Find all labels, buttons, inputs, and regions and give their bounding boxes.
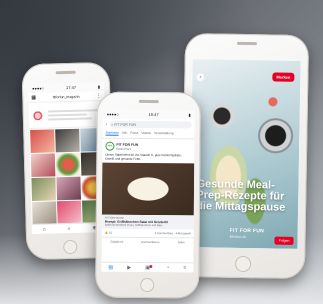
status-time: 15:47 [148, 112, 159, 118]
profile-username: fitforfun_magazin [52, 94, 80, 99]
signal-indicator: ●●●●○ [32, 85, 45, 91]
speaker-grille [138, 99, 159, 104]
tab-startseite[interactable]: Startseite [105, 130, 120, 136]
like-count[interactable]: 👍 52 [105, 231, 112, 235]
comment-share-count[interactable]: 2 Kommentare · 4 Mal geteilt [155, 231, 191, 235]
battery-icon: ▮ [188, 112, 191, 118]
post-meta: Gesponsert [116, 146, 131, 151]
back-icon[interactable]: ‹ [196, 73, 205, 82]
facebook-tabbar: ▤ ▶ ▣ ◔ ≡ [101, 261, 194, 273]
grid-photo[interactable] [30, 129, 55, 153]
home-icon[interactable]: ⌂ [43, 226, 46, 232]
feed-icon[interactable]: ▤ [108, 264, 113, 270]
search-icon[interactable]: ⌕ [68, 225, 71, 231]
back-icon[interactable]: ‹ [106, 121, 108, 127]
battery-icon: ▮ [97, 84, 101, 90]
grid-photo[interactable] [56, 176, 82, 201]
grid-photo[interactable] [32, 201, 57, 225]
menu-icon[interactable]: ≡ [183, 265, 186, 271]
tab-videos[interactable]: Videos [141, 131, 151, 136]
pinterest-screen: ‹ Merken Gesunde Meal-Prep-Rezepte für d… [189, 59, 301, 249]
tab-veranstaltungen[interactable]: Veranstaltung [154, 131, 174, 136]
pin-url[interactable]: fitforfun.de [230, 235, 247, 239]
grid-photo[interactable] [31, 177, 57, 201]
search-input[interactable]: ⌕ FIT FOR FUN [109, 120, 192, 129]
link-subtitle: Salat mit Grünkohl-Pesto, Grillhähnchen … [104, 223, 163, 228]
speaker-grille [236, 41, 257, 46]
video-icon[interactable]: ▶ [127, 264, 131, 270]
search-bar: ‹ ⌕ FIT FOR FUN [103, 119, 195, 131]
marketplace-icon[interactable]: ▣ [145, 264, 153, 271]
comment-button[interactable]: Kommentieren [141, 240, 159, 244]
link-preview[interactable]: FITFORFUN.DE Rezept: Grillhähnchen-Salat… [101, 214, 194, 230]
save-pin-button[interactable]: Merken [272, 72, 295, 82]
grid-photo[interactable] [55, 128, 80, 153]
post-image[interactable] [101, 162, 195, 216]
share-button[interactable]: Teilen [177, 240, 184, 244]
home-button[interactable] [140, 277, 155, 293]
phone-facebook: ●●●●○ 15:47 ▮ ‹ ⌕ FIT FOR FUN Startseite… [95, 91, 201, 299]
notification-badge [149, 264, 153, 268]
pin-brand-name[interactable]: FIT FOR FUN [230, 228, 265, 235]
profile-stats [47, 107, 103, 122]
profile-info [28, 101, 106, 130]
speaker-grille [55, 70, 76, 75]
notifications-icon[interactable]: ◔ [166, 265, 169, 271]
page-logo-icon[interactable]: FFF [105, 141, 115, 151]
search-query: FIT FOR FUN [114, 122, 136, 127]
post-actions: Gefällt mir Kommentieren Teilen [101, 236, 194, 247]
tab-info[interactable]: Info [122, 131, 127, 136]
follow-button[interactable]: Folgen [274, 236, 294, 245]
grid-icon[interactable]: ▦ [31, 94, 36, 100]
home-button[interactable] [234, 255, 252, 273]
home-button[interactable] [63, 239, 78, 255]
grid-photo[interactable] [30, 153, 56, 177]
signal-indicator: ●●●●○ [106, 111, 119, 117]
facebook-screen: ●●●●○ 15:47 ▮ ‹ ⌕ FIT FOR FUN Startseite… [101, 109, 195, 273]
tab-fotos[interactable]: Fotos [130, 131, 138, 136]
pin-title: Gesunde Meal-Prep-Rezepte für die Mittag… [196, 178, 286, 214]
pin-image[interactable] [189, 59, 301, 249]
grid-photo[interactable] [57, 200, 82, 225]
like-button[interactable]: Gefällt mir [111, 240, 124, 244]
avatar[interactable] [30, 108, 45, 123]
grid-photo[interactable] [55, 152, 81, 177]
search-icon: ⌕ [111, 122, 114, 127]
status-time: 17:47 [65, 84, 77, 91]
menu-icon[interactable]: ⋮ [96, 93, 101, 99]
